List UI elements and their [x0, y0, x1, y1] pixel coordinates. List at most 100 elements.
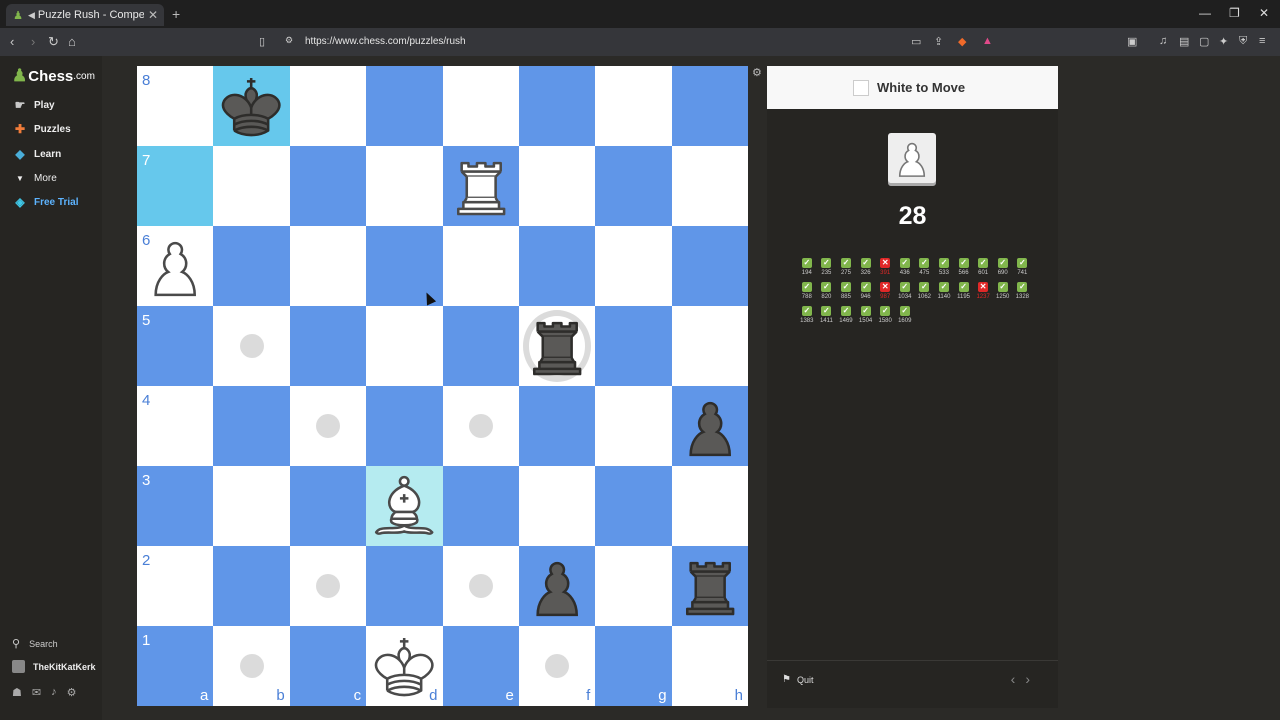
square-e8[interactable] [442, 66, 519, 146]
square-f3[interactable] [518, 466, 596, 546]
square-g5[interactable] [595, 306, 672, 386]
home-icon[interactable]: ⌂ [68, 34, 76, 49]
site-settings-icon[interactable]: ⚙ [285, 35, 293, 46]
black-king-icon[interactable] [213, 66, 289, 146]
result-cell[interactable]: ✓ 741 [1013, 258, 1033, 276]
url-field[interactable]: https://www.chess.com/puzzles/rush [305, 36, 466, 47]
result-cell[interactable]: ✓ 885 [836, 282, 856, 300]
sidebar-item-puzzles[interactable]: ✚ Puzzles [12, 122, 71, 136]
sidebar-profile[interactable]: TheKitKatKerk [12, 660, 96, 673]
move-hint-dot[interactable] [545, 654, 570, 678]
result-cell[interactable]: ✓ 788 [797, 282, 817, 300]
leo-ai-icon[interactable]: ✦ [1219, 35, 1228, 48]
music-icon[interactable]: ♫ [1159, 35, 1167, 47]
result-cell[interactable]: ✓ 194 [797, 258, 817, 276]
result-cell[interactable]: ✓ 1195 [954, 282, 974, 300]
next-arrow-icon[interactable]: › [1025, 671, 1040, 687]
square-b1[interactable]: b [213, 626, 290, 706]
result-cell[interactable]: ✕ 391 [875, 258, 895, 276]
square-g2[interactable] [595, 546, 672, 626]
board-settings-icon[interactable]: ⚙ [752, 66, 762, 79]
brave-shield-icon[interactable]: ◆ [958, 35, 966, 48]
square-h7[interactable] [671, 146, 748, 226]
square-g3[interactable] [595, 466, 672, 546]
square-c3[interactable] [289, 466, 367, 546]
black-pawn-icon[interactable] [519, 546, 595, 626]
square-f5[interactable] [518, 306, 596, 386]
result-cell[interactable]: ✓ 1140 [934, 282, 954, 300]
result-cell[interactable]: ✓ 1250 [993, 282, 1013, 300]
result-cell[interactable]: ✓ 1328 [1013, 282, 1033, 300]
square-e4[interactable] [442, 386, 519, 466]
square-h3[interactable] [671, 466, 748, 546]
close-tab-icon[interactable]: ✕ [148, 8, 158, 22]
black-rook-icon[interactable] [519, 306, 595, 386]
square-d1[interactable]: d [366, 626, 443, 706]
square-d5[interactable] [366, 306, 443, 386]
square-b7[interactable] [213, 146, 290, 226]
result-cell[interactable]: ✓ 566 [954, 258, 974, 276]
move-hint-dot[interactable] [468, 574, 493, 598]
browser-tab[interactable]: ♟ ◀ Puzzle Rush - Compete to So ✕ [6, 4, 164, 26]
square-a8[interactable]: 8 [137, 66, 214, 146]
move-hint-dot[interactable] [315, 574, 340, 598]
square-e5[interactable] [442, 306, 519, 386]
result-cell[interactable]: ✕ 987 [875, 282, 895, 300]
back-icon[interactable]: ‹ [10, 34, 14, 49]
result-cell[interactable]: ✓ 1580 [875, 306, 895, 324]
reader-icon[interactable]: ▤ [1179, 35, 1189, 48]
white-pawn-icon[interactable] [137, 226, 213, 306]
new-tab-icon[interactable]: + [172, 6, 180, 22]
square-f7[interactable] [518, 146, 596, 226]
square-b3[interactable] [213, 466, 290, 546]
move-hint-dot[interactable] [239, 334, 264, 358]
result-cell[interactable]: ✓ 275 [836, 258, 856, 276]
wallet-icon[interactable]: ▢ [1199, 35, 1209, 48]
reload-icon[interactable]: ↻ [48, 34, 59, 50]
square-b2[interactable] [213, 546, 290, 626]
result-cell[interactable]: ✓ 1411 [817, 306, 837, 324]
square-h4[interactable] [671, 386, 748, 466]
square-f1[interactable]: f [518, 626, 596, 706]
sidebar-item-more[interactable]: ▼ More [12, 171, 57, 185]
chess-com-logo[interactable]: ♟ Chess .com [12, 66, 95, 86]
cast-icon[interactable]: ▭ [911, 35, 921, 48]
square-a2[interactable]: 2 [137, 546, 214, 626]
square-e2[interactable] [442, 546, 519, 626]
menu-icon[interactable]: ≡ [1259, 35, 1265, 47]
square-e7[interactable] [442, 146, 519, 226]
minimize-icon[interactable]: — [1199, 6, 1211, 20]
square-a1[interactable]: 1a [137, 626, 214, 706]
rewards-icon[interactable]: ▲ [982, 35, 993, 47]
result-cell[interactable]: ✓ 533 [934, 258, 954, 276]
square-c2[interactable] [289, 546, 367, 626]
chess-board[interactable]: 87654321abcdefgh [137, 66, 748, 706]
result-cell[interactable]: ✕ 1237 [973, 282, 993, 300]
messages-icon[interactable]: ✉ [32, 686, 41, 699]
square-c1[interactable]: c [289, 626, 367, 706]
result-cell[interactable]: ✓ 1504 [856, 306, 876, 324]
quit-button[interactable]: ⚑ Quit [782, 674, 813, 685]
move-hint-dot[interactable] [315, 414, 340, 438]
square-h6[interactable] [671, 226, 748, 306]
previous-arrow-icon[interactable]: ‹ [1011, 671, 1026, 687]
square-f4[interactable] [518, 386, 596, 466]
square-a6[interactable]: 6 [137, 226, 214, 306]
square-g4[interactable] [595, 386, 672, 466]
white-king-icon[interactable] [366, 626, 442, 706]
square-g8[interactable] [595, 66, 672, 146]
square-h1[interactable]: h [671, 626, 748, 706]
result-cell[interactable]: ✓ 235 [817, 258, 837, 276]
square-h2[interactable] [671, 546, 748, 626]
result-cell[interactable]: ✓ 1034 [895, 282, 915, 300]
bookmark-icon[interactable]: ▯ [259, 35, 265, 48]
vpn-icon[interactable]: ⛨ [1239, 35, 1247, 48]
square-c6[interactable] [289, 226, 367, 306]
square-a4[interactable]: 4 [137, 386, 214, 466]
square-f6[interactable] [518, 226, 596, 306]
result-cell[interactable]: ✓ 946 [856, 282, 876, 300]
friends-icon[interactable]: ☗ [12, 686, 22, 699]
result-cell[interactable]: ✓ 1609 [895, 306, 915, 324]
sidebar-item-free-trial[interactable]: ◈ Free Trial [12, 195, 78, 209]
square-c4[interactable] [289, 386, 367, 466]
